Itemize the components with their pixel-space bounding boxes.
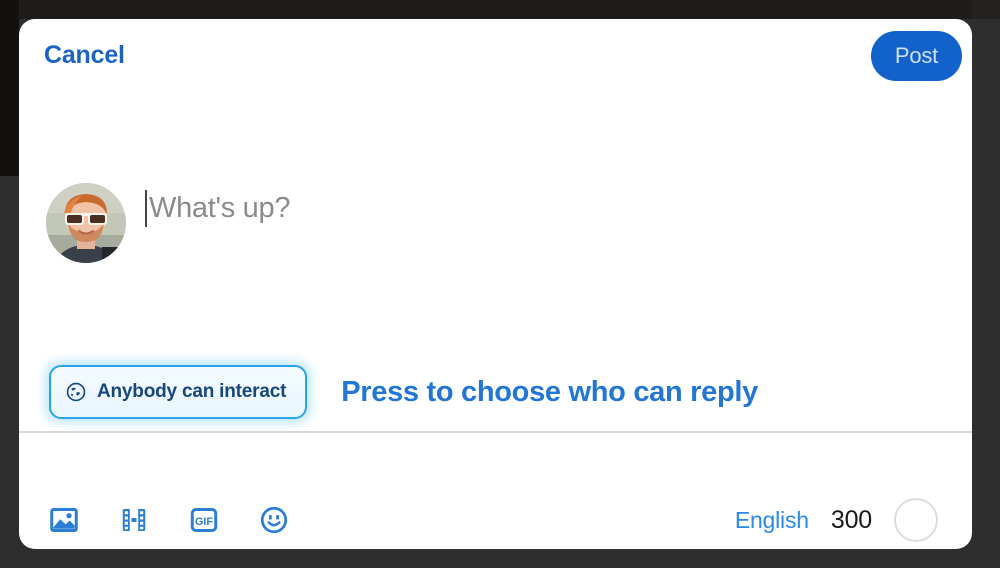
- backdrop-left-strip: [0, 0, 19, 176]
- post-button[interactable]: Post: [871, 31, 962, 81]
- gif-icon-text: GIF: [195, 516, 213, 528]
- compose-sheet: Cancel Post What's up? Anybody can inter…: [19, 19, 972, 549]
- gif-icon[interactable]: GIF: [189, 505, 219, 535]
- compose-body: What's up? Anybody can interact Press to…: [19, 93, 972, 491]
- emoji-icon[interactable]: [259, 505, 289, 535]
- media-tool-group: GIF: [49, 505, 289, 535]
- compose-toolbar: GIF English 300: [19, 491, 972, 549]
- language-button[interactable]: English: [735, 507, 809, 534]
- toolbar-right-group: English 300: [735, 498, 942, 542]
- character-count-ring: [894, 498, 938, 542]
- globe-icon: [66, 382, 86, 402]
- backdrop-right-strip: [972, 0, 1000, 19]
- audience-selector-button[interactable]: Anybody can interact: [49, 365, 308, 419]
- composer-placeholder: What's up?: [149, 192, 291, 224]
- audience-label: Anybody can interact: [97, 381, 287, 402]
- screen-root: Cancel Post What's up? Anybody can inter…: [0, 0, 1000, 568]
- audience-row: Anybody can interact Press to choose who…: [19, 357, 972, 427]
- cancel-button[interactable]: Cancel: [44, 41, 125, 70]
- backdrop-top-strip: [0, 0, 1000, 19]
- video-icon[interactable]: [119, 505, 149, 535]
- character-count: 300: [830, 505, 872, 534]
- sheet-header: Cancel Post: [19, 19, 972, 93]
- avatar[interactable]: [46, 183, 126, 263]
- coach-hint-text: Press to choose who can reply: [341, 375, 758, 408]
- composer-field[interactable]: What's up?: [145, 187, 942, 229]
- image-icon[interactable]: [49, 505, 79, 535]
- toolbar-divider: [19, 431, 972, 433]
